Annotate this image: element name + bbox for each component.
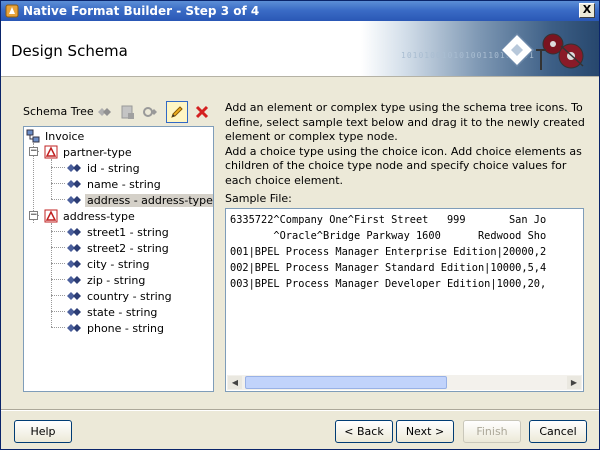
sample-line[interactable]: 003|BPEL Process Manager Developer Editi… bbox=[230, 277, 546, 292]
element-icon bbox=[67, 324, 81, 332]
tree-connector bbox=[51, 167, 65, 168]
tree-node-label: state - string bbox=[87, 305, 158, 319]
element-icon bbox=[67, 228, 81, 236]
tree-connector bbox=[51, 295, 65, 296]
tree-node-label: phone - string bbox=[87, 321, 164, 335]
scroll-left-icon[interactable]: ◀ bbox=[228, 376, 242, 389]
wizard-header: Design Schema 10101001010100110100101 bbox=[1, 21, 599, 77]
window-title: Native Format Builder - Step 3 of 4 bbox=[23, 4, 260, 18]
tree-node-address-type[interactable]: address-type bbox=[44, 208, 137, 224]
tree-node-label: id - string bbox=[87, 161, 140, 175]
add-choice-button[interactable] bbox=[139, 101, 161, 123]
element-icon bbox=[67, 196, 81, 204]
add-complex-type-icon bbox=[121, 105, 134, 119]
app-icon bbox=[5, 4, 19, 18]
tree-connector bbox=[51, 311, 65, 312]
cancel-button[interactable]: Cancel bbox=[529, 420, 587, 443]
delete-icon bbox=[195, 105, 209, 119]
tree-node-label: street2 - string bbox=[87, 241, 169, 255]
collapse-icon[interactable]: − bbox=[29, 211, 38, 220]
add-choice-icon bbox=[143, 107, 157, 117]
edit-icon bbox=[171, 106, 183, 118]
element-icon bbox=[67, 164, 81, 172]
dialog-window: Native Format Builder - Step 3 of 4 X De… bbox=[0, 0, 600, 450]
help-button[interactable]: Help bbox=[14, 420, 72, 443]
instructions-text: Add an element or complex type using the… bbox=[225, 101, 593, 189]
element-icon bbox=[67, 244, 81, 252]
element-icon bbox=[67, 276, 81, 284]
tree-node-label: address-type bbox=[63, 209, 135, 223]
scrollbar-thumb[interactable] bbox=[245, 376, 447, 389]
add-element-icon bbox=[98, 108, 111, 116]
sample-line[interactable]: 6335722^Company One^First Street 999 San… bbox=[230, 213, 546, 228]
tree-node-phone[interactable]: phone - string bbox=[66, 320, 166, 336]
finish-button[interactable]: Finish bbox=[463, 420, 521, 443]
button-separator bbox=[1, 409, 599, 411]
scroll-right-icon[interactable]: ▶ bbox=[567, 376, 581, 389]
tree-node-partner-type[interactable]: partner-type bbox=[44, 144, 134, 160]
close-icon: X bbox=[582, 3, 592, 16]
tree-node-label: partner-type bbox=[63, 145, 132, 159]
sample-line[interactable]: 001|BPEL Process Manager Enterprise Edit… bbox=[230, 245, 546, 260]
schema-tree[interactable]: Invoice − partner-type id - string name … bbox=[23, 126, 214, 392]
wizard-logo-icon bbox=[499, 32, 584, 70]
schema-root-icon bbox=[26, 129, 40, 143]
add-complex-type-button[interactable] bbox=[116, 101, 138, 123]
tree-node-address[interactable]: address - address-type bbox=[66, 192, 213, 208]
tree-connector bbox=[51, 159, 52, 199]
tree-node-id[interactable]: id - string bbox=[66, 160, 142, 176]
tree-connector bbox=[51, 327, 65, 328]
sample-line[interactable]: 002|BPEL Process Manager Standard Editio… bbox=[230, 261, 546, 276]
title-bar[interactable]: Native Format Builder - Step 3 of 4 X bbox=[1, 1, 599, 21]
tree-node-label: name - string bbox=[87, 177, 161, 191]
tree-node-label: city - string bbox=[87, 257, 150, 271]
next-button[interactable]: Next > bbox=[396, 420, 454, 443]
complex-type-icon bbox=[44, 145, 58, 159]
tree-node-state[interactable]: state - string bbox=[66, 304, 159, 320]
tree-connector bbox=[51, 199, 65, 200]
tree-node-label: Invoice bbox=[45, 129, 85, 143]
collapse-icon[interactable]: − bbox=[29, 147, 38, 156]
tree-connector bbox=[51, 183, 65, 184]
tree-node-label: street1 - string bbox=[87, 225, 169, 239]
tree-node-invoice[interactable]: Invoice bbox=[26, 128, 86, 144]
horizontal-scrollbar[interactable]: ◀ ▶ bbox=[227, 375, 582, 390]
element-icon bbox=[67, 180, 81, 188]
tree-connector bbox=[51, 247, 65, 248]
element-icon bbox=[67, 260, 81, 268]
tree-node-name[interactable]: name - string bbox=[66, 176, 163, 192]
schema-tree-label: Schema Tree bbox=[23, 105, 94, 118]
close-button[interactable]: X bbox=[579, 3, 595, 18]
tree-connector bbox=[51, 279, 65, 280]
delete-button[interactable] bbox=[191, 101, 213, 123]
tree-node-label: address - address-type bbox=[85, 193, 213, 207]
tree-node-street2[interactable]: street2 - string bbox=[66, 240, 171, 256]
sample-line[interactable]: ^Oracle^Bridge Parkway 1600 Redwood Sho bbox=[230, 229, 546, 244]
tree-node-label: country - string bbox=[87, 289, 172, 303]
back-button[interactable]: < Back bbox=[335, 420, 393, 443]
tree-node-label: zip - string bbox=[87, 273, 146, 287]
tree-connector bbox=[51, 263, 65, 264]
complex-type-icon bbox=[44, 209, 58, 223]
tree-node-city[interactable]: city - string bbox=[66, 256, 151, 272]
element-icon bbox=[67, 308, 81, 316]
element-icon bbox=[67, 292, 81, 300]
tree-connector bbox=[51, 231, 65, 232]
page-title: Design Schema bbox=[11, 42, 128, 60]
add-element-button[interactable] bbox=[93, 101, 115, 123]
sample-file-label: Sample File: bbox=[225, 192, 292, 205]
sample-file-text-area[interactable]: 6335722^Company One^First Street 999 San… bbox=[225, 208, 584, 392]
instructions-paragraph: Add an element or complex type using the… bbox=[225, 101, 585, 187]
tree-node-zip[interactable]: zip - string bbox=[66, 272, 147, 288]
tree-node-street1[interactable]: street1 - string bbox=[66, 224, 171, 240]
edit-button[interactable] bbox=[166, 101, 188, 123]
tree-node-country[interactable]: country - string bbox=[66, 288, 174, 304]
